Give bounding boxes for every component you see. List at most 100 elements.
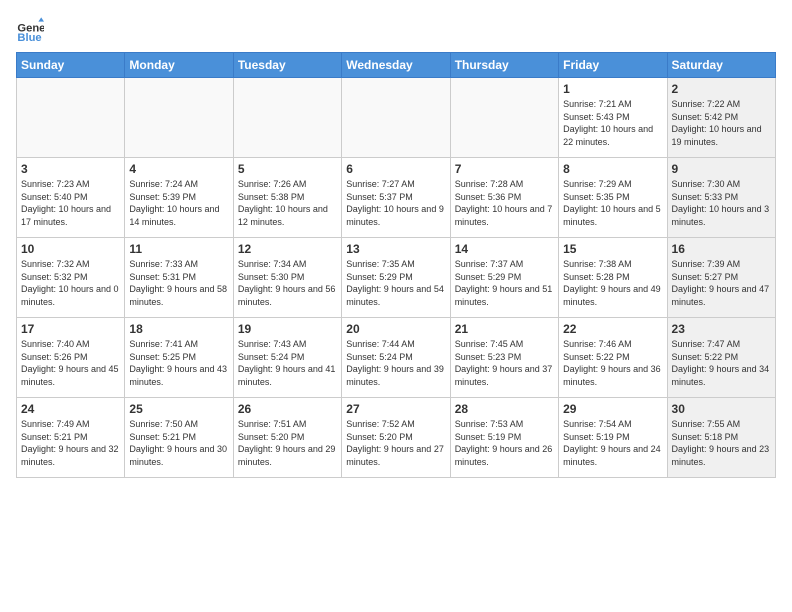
calendar-cell: 15 Sunrise: 7:38 AM Sunset: 5:28 PM Dayli…: [559, 238, 667, 318]
day-number: 5: [238, 162, 337, 176]
calendar-cell: 24Sunrise: 7:49 AM Sunset: 5:21 PM Dayli…: [17, 398, 125, 478]
day-number: 8: [563, 162, 662, 176]
weekday-header-cell: Wednesday: [342, 53, 450, 78]
calendar-cell: 27 Sunrise: 7:52 AM Sunset: 5:20 PM Dayli…: [342, 398, 450, 478]
day-number: 15: [563, 242, 662, 256]
calendar-cell: 6 Sunrise: 7:27 AM Sunset: 5:37 PM Daylig…: [342, 158, 450, 238]
day-number: 22: [563, 322, 662, 336]
calendar-table: SundayMondayTuesdayWednesdayThursdayFrid…: [16, 52, 776, 478]
day-number: 7: [455, 162, 554, 176]
day-number: 3: [21, 162, 120, 176]
day-info: Sunrise: 7:39 AM Sunset: 5:27 PM Dayligh…: [672, 258, 771, 308]
calendar-cell: 9 Sunrise: 7:30 AM Sunset: 5:33 PM Daylig…: [667, 158, 775, 238]
day-info: Sunrise: 7:26 AM Sunset: 5:38 PM Dayligh…: [238, 178, 337, 228]
day-number: 16: [672, 242, 771, 256]
calendar-cell: 14 Sunrise: 7:37 AM Sunset: 5:29 PM Dayli…: [450, 238, 558, 318]
calendar-cell: 23 Sunrise: 7:47 AM Sunset: 5:22 PM Dayli…: [667, 318, 775, 398]
day-number: 13: [346, 242, 445, 256]
day-number: 27: [346, 402, 445, 416]
day-info: Sunrise: 7:53 AM Sunset: 5:19 PM Dayligh…: [455, 418, 554, 468]
day-number: 2: [672, 82, 771, 96]
calendar-cell: 21 Sunrise: 7:45 AM Sunset: 5:23 PM Dayli…: [450, 318, 558, 398]
day-info: Sunrise: 7:27 AM Sunset: 5:37 PM Dayligh…: [346, 178, 445, 228]
calendar-cell: [233, 78, 341, 158]
logo-icon: General Blue: [16, 16, 44, 44]
day-info: Sunrise: 7:52 AM Sunset: 5:20 PM Dayligh…: [346, 418, 445, 468]
weekday-header-cell: Friday: [559, 53, 667, 78]
day-number: 26: [238, 402, 337, 416]
day-info: Sunrise: 7:41 AM Sunset: 5:25 PM Dayligh…: [129, 338, 228, 388]
calendar-cell: 28Sunrise: 7:53 AM Sunset: 5:19 PM Dayli…: [450, 398, 558, 478]
calendar-week-row: 1 Sunrise: 7:21 AM Sunset: 5:43 PM Daylig…: [17, 78, 776, 158]
day-info: Sunrise: 7:54 AM Sunset: 5:19 PM Dayligh…: [563, 418, 662, 468]
day-info: Sunrise: 7:55 AM Sunset: 5:18 PM Dayligh…: [672, 418, 771, 468]
day-number: 25: [129, 402, 228, 416]
calendar-cell: [342, 78, 450, 158]
day-number: 29: [563, 402, 662, 416]
calendar-cell: 19 Sunrise: 7:43 AM Sunset: 5:24 PM Dayli…: [233, 318, 341, 398]
day-number: 17: [21, 322, 120, 336]
day-info: Sunrise: 7:47 AM Sunset: 5:22 PM Dayligh…: [672, 338, 771, 388]
weekday-header-cell: Saturday: [667, 53, 775, 78]
calendar-cell: 10 Sunrise: 7:32 AM Sunset: 5:32 PM Dayli…: [17, 238, 125, 318]
calendar-cell: [17, 78, 125, 158]
day-info: Sunrise: 7:50 AM Sunset: 5:21 PM Dayligh…: [129, 418, 228, 468]
day-info: Sunrise: 7:23 AM Sunset: 5:40 PM Dayligh…: [21, 178, 120, 228]
calendar-cell: 20 Sunrise: 7:44 AM Sunset: 5:24 PM Dayli…: [342, 318, 450, 398]
day-info: Sunrise: 7:33 AM Sunset: 5:31 PM Dayligh…: [129, 258, 228, 308]
day-number: 11: [129, 242, 228, 256]
weekday-header-cell: Tuesday: [233, 53, 341, 78]
day-info: Sunrise: 7:43 AM Sunset: 5:24 PM Dayligh…: [238, 338, 337, 388]
day-info: Sunrise: 7:51 AM Sunset: 5:20 PM Dayligh…: [238, 418, 337, 468]
calendar-cell: 4 Sunrise: 7:24 AM Sunset: 5:39 PM Daylig…: [125, 158, 233, 238]
svg-text:Blue: Blue: [17, 32, 41, 44]
day-info: Sunrise: 7:28 AM Sunset: 5:36 PM Dayligh…: [455, 178, 554, 228]
day-number: 30: [672, 402, 771, 416]
day-info: Sunrise: 7:32 AM Sunset: 5:32 PM Dayligh…: [21, 258, 120, 308]
calendar-cell: [125, 78, 233, 158]
day-number: 9: [672, 162, 771, 176]
calendar-cell: 8Sunrise: 7:29 AM Sunset: 5:35 PM Daylig…: [559, 158, 667, 238]
day-info: Sunrise: 7:34 AM Sunset: 5:30 PM Dayligh…: [238, 258, 337, 308]
weekday-header-cell: Sunday: [17, 53, 125, 78]
day-info: Sunrise: 7:40 AM Sunset: 5:26 PM Dayligh…: [21, 338, 120, 388]
day-info: Sunrise: 7:21 AM Sunset: 5:43 PM Dayligh…: [563, 98, 662, 148]
day-info: Sunrise: 7:45 AM Sunset: 5:23 PM Dayligh…: [455, 338, 554, 388]
day-number: 4: [129, 162, 228, 176]
calendar-cell: 1 Sunrise: 7:21 AM Sunset: 5:43 PM Daylig…: [559, 78, 667, 158]
day-number: 20: [346, 322, 445, 336]
day-info: Sunrise: 7:22 AM Sunset: 5:42 PM Dayligh…: [672, 98, 771, 148]
day-number: 24: [21, 402, 120, 416]
day-number: 10: [21, 242, 120, 256]
calendar-cell: 2 Sunrise: 7:22 AM Sunset: 5:42 PM Daylig…: [667, 78, 775, 158]
day-info: Sunrise: 7:37 AM Sunset: 5:29 PM Dayligh…: [455, 258, 554, 308]
day-number: 21: [455, 322, 554, 336]
calendar-cell: 3 Sunrise: 7:23 AM Sunset: 5:40 PM Daylig…: [17, 158, 125, 238]
calendar-week-row: 17 Sunrise: 7:40 AM Sunset: 5:26 PM Dayli…: [17, 318, 776, 398]
calendar-cell: 25 Sunrise: 7:50 AM Sunset: 5:21 PM Dayli…: [125, 398, 233, 478]
calendar-cell: 12 Sunrise: 7:34 AM Sunset: 5:30 PM Dayli…: [233, 238, 341, 318]
weekday-header-row: SundayMondayTuesdayWednesdayThursdayFrid…: [17, 53, 776, 78]
day-number: 1: [563, 82, 662, 96]
calendar-cell: 22Sunrise: 7:46 AM Sunset: 5:22 PM Dayli…: [559, 318, 667, 398]
day-number: 19: [238, 322, 337, 336]
day-info: Sunrise: 7:35 AM Sunset: 5:29 PM Dayligh…: [346, 258, 445, 308]
day-info: Sunrise: 7:44 AM Sunset: 5:24 PM Dayligh…: [346, 338, 445, 388]
day-info: Sunrise: 7:38 AM Sunset: 5:28 PM Dayligh…: [563, 258, 662, 308]
day-info: Sunrise: 7:24 AM Sunset: 5:39 PM Dayligh…: [129, 178, 228, 228]
day-number: 14: [455, 242, 554, 256]
calendar-cell: 16 Sunrise: 7:39 AM Sunset: 5:27 PM Dayli…: [667, 238, 775, 318]
day-info: Sunrise: 7:30 AM Sunset: 5:33 PM Dayligh…: [672, 178, 771, 228]
day-number: 23: [672, 322, 771, 336]
day-number: 18: [129, 322, 228, 336]
calendar-week-row: 24Sunrise: 7:49 AM Sunset: 5:21 PM Dayli…: [17, 398, 776, 478]
calendar-cell: 5 Sunrise: 7:26 AM Sunset: 5:38 PM Daylig…: [233, 158, 341, 238]
day-number: 6: [346, 162, 445, 176]
day-number: 12: [238, 242, 337, 256]
calendar-week-row: 3 Sunrise: 7:23 AM Sunset: 5:40 PM Daylig…: [17, 158, 776, 238]
calendar-cell: [450, 78, 558, 158]
calendar-cell: 17 Sunrise: 7:40 AM Sunset: 5:26 PM Dayli…: [17, 318, 125, 398]
page-header: General Blue: [16, 16, 776, 44]
calendar-cell: 26 Sunrise: 7:51 AM Sunset: 5:20 PM Dayli…: [233, 398, 341, 478]
weekday-header-cell: Thursday: [450, 53, 558, 78]
